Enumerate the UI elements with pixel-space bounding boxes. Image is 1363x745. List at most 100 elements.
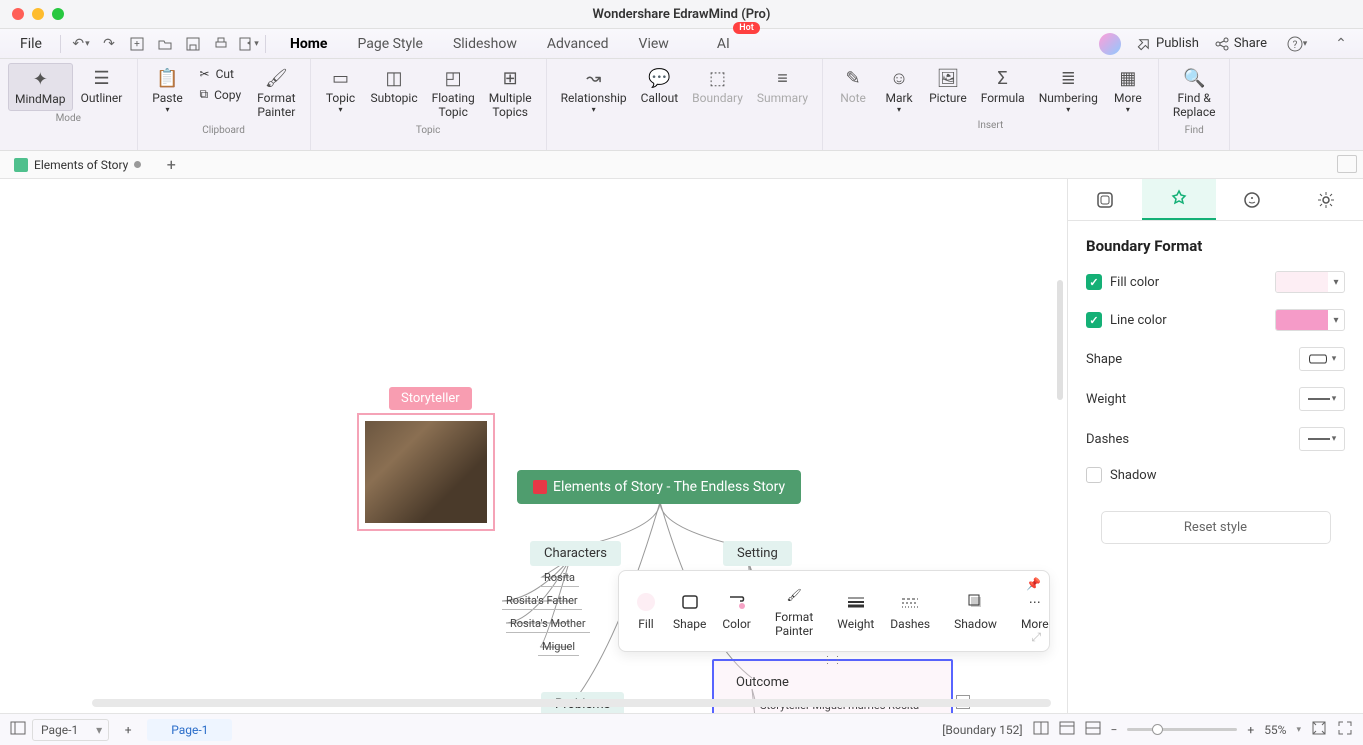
horizontal-scrollbar[interactable] [92, 699, 1051, 707]
page-selector-dropdown[interactable]: Page-1 [32, 719, 109, 741]
ft-format-painter-button[interactable]: 🖌Format Painter [767, 580, 821, 642]
new-button[interactable]: + [123, 33, 151, 55]
mark-button[interactable]: ☺Mark▾ [877, 63, 921, 118]
zoom-out-button[interactable]: − [1111, 723, 1118, 737]
tab-view[interactable]: View [637, 32, 671, 56]
format-painter-button[interactable]: 🖌Format Painter [251, 63, 301, 123]
app-title: Wondershare EdrawMind (Pro) [593, 7, 771, 22]
more-insert-button[interactable]: ▦More▾ [1106, 63, 1150, 118]
ft-expand-button[interactable]: ⤢ [1031, 630, 1041, 645]
fullscreen-button[interactable] [1337, 720, 1353, 739]
outliner-mode-button[interactable]: ☰Outliner [75, 63, 129, 111]
mindmap-mode-button[interactable]: ✦MindMap [8, 63, 73, 111]
user-avatar[interactable] [1099, 33, 1121, 55]
leaf-rosita[interactable]: Rosita [540, 569, 579, 587]
leaf-miguel[interactable]: Miguel [538, 638, 579, 656]
maximize-window-button[interactable] [52, 8, 64, 20]
tab-ai[interactable]: AIHot [717, 32, 730, 56]
characters-node[interactable]: Characters [530, 541, 621, 566]
leaf-rosita-mother[interactable]: Rosita's Mother [506, 615, 590, 633]
fill-color-checkbox[interactable]: ✓ [1086, 274, 1102, 290]
redo-button[interactable]: ↷ [95, 33, 123, 55]
sidebar-toggle-button[interactable] [10, 721, 26, 738]
page-tab[interactable]: Page-1 [147, 719, 232, 741]
share-button[interactable]: Share [1215, 36, 1267, 51]
find-group-label: Find [1185, 125, 1204, 136]
file-menu[interactable]: File [8, 32, 54, 56]
fit-view-button[interactable] [1311, 720, 1327, 739]
fill-color-picker[interactable]: ▾ [1275, 271, 1345, 293]
minimize-window-button[interactable] [32, 8, 44, 20]
undo-button[interactable]: ↶▾ [67, 33, 95, 55]
save-button[interactable] [179, 33, 207, 55]
outline-view-button[interactable] [1059, 721, 1075, 738]
boundary-icon: ⬚ [707, 67, 729, 89]
paste-button[interactable]: 📋Paste▾ [146, 63, 190, 123]
mindmap-icon: ✦ [29, 68, 51, 90]
rp-tab-settings[interactable] [1289, 179, 1363, 220]
floating-topic-button[interactable]: ◰Floating Topic [426, 63, 481, 123]
close-window-button[interactable] [12, 8, 24, 20]
tab-slideshow[interactable]: Slideshow [451, 32, 519, 56]
boundary-handle-top[interactable]: ⋮⋮ [823, 655, 843, 666]
panel-toggle-button[interactable] [1337, 155, 1357, 173]
line-color-picker[interactable]: ▾ [1275, 309, 1345, 331]
export-button[interactable]: ▾ [235, 33, 263, 55]
leaf-rosita-father[interactable]: Rosita's Father [502, 592, 582, 610]
help-button[interactable]: ?▾ [1283, 33, 1311, 55]
ribbon: ✦MindMap ☰Outliner Mode 📋Paste▾ ✂Cut ⧉Co… [0, 59, 1363, 151]
shape-dropdown[interactable]: ▾ [1299, 347, 1345, 371]
zoom-slider[interactable] [1127, 728, 1237, 731]
topic-button[interactable]: ▭Topic▾ [319, 63, 363, 123]
ft-more-button[interactable]: ⋯More [1013, 587, 1057, 635]
rp-tab-format[interactable] [1142, 179, 1216, 220]
ft-shadow-button[interactable]: Shadow [946, 587, 1005, 635]
tab-page-style[interactable]: Page Style [355, 32, 424, 56]
print-button[interactable] [207, 33, 235, 55]
storyteller-label[interactable]: Storyteller [389, 387, 472, 410]
rp-tab-layout[interactable] [1068, 179, 1142, 220]
collapse-ribbon-button[interactable]: ⌃ [1327, 33, 1355, 55]
outcome-node[interactable]: Outcome [722, 670, 803, 695]
tab-home[interactable]: Home [288, 32, 329, 56]
svg-text:?: ? [1292, 40, 1297, 51]
publish-button[interactable]: Publish [1137, 36, 1199, 51]
ft-color-button[interactable]: Color [714, 587, 758, 635]
cut-button[interactable]: ✂Cut [196, 65, 246, 83]
relationship-button[interactable]: ↝Relationship▾ [555, 63, 633, 118]
shadow-checkbox[interactable] [1086, 467, 1102, 483]
numbering-button[interactable]: ≣Numbering▾ [1033, 63, 1104, 118]
ft-weight-button[interactable]: Weight [829, 587, 882, 635]
find-replace-button[interactable]: 🔍Find & Replace [1167, 63, 1222, 123]
reset-style-button[interactable]: Reset style [1101, 511, 1331, 544]
zoom-value[interactable]: 55% [1264, 723, 1286, 737]
picture-button[interactable]: 🖼Picture [923, 63, 973, 118]
document-tab[interactable]: Elements of Story [4, 155, 151, 175]
dashes-dropdown[interactable]: ▾ [1299, 427, 1345, 451]
storyteller-image-node[interactable] [357, 413, 495, 531]
tab-advanced[interactable]: Advanced [545, 32, 611, 56]
rp-tab-marks[interactable] [1216, 179, 1290, 220]
vertical-scrollbar[interactable] [1057, 280, 1063, 400]
open-button[interactable] [151, 33, 179, 55]
ft-dashes-button[interactable]: Dashes [882, 587, 938, 635]
subtopic-button[interactable]: ◫Subtopic [365, 63, 424, 123]
split-view-button[interactable] [1085, 721, 1101, 738]
ft-fill-button[interactable]: Fill [627, 587, 665, 635]
layout-view-button[interactable] [1033, 721, 1049, 738]
new-document-button[interactable]: + [159, 153, 183, 177]
unsaved-indicator [134, 161, 141, 168]
line-color-checkbox[interactable]: ✓ [1086, 312, 1102, 328]
callout-button[interactable]: 💬Callout [635, 63, 685, 118]
weight-dropdown[interactable]: ▾ [1299, 387, 1345, 411]
insert-group-label: Insert [978, 120, 1004, 131]
ft-pin-button[interactable]: 📌 [1026, 577, 1041, 591]
add-page-button[interactable]: + [115, 723, 141, 737]
formula-button[interactable]: ΣFormula [975, 63, 1031, 118]
setting-node[interactable]: Setting [723, 541, 792, 566]
multiple-topics-button[interactable]: ⊞Multiple Topics [483, 63, 538, 123]
ft-shape-button[interactable]: Shape [665, 587, 714, 635]
copy-button[interactable]: ⧉Copy [196, 85, 246, 104]
zoom-in-button[interactable]: + [1247, 723, 1254, 737]
root-topic[interactable]: Elements of Story - The Endless Story [517, 470, 801, 504]
